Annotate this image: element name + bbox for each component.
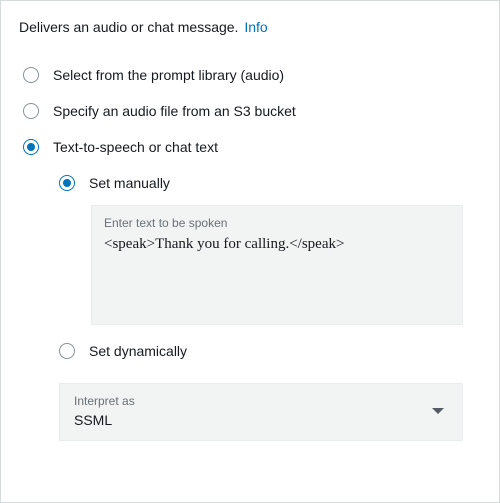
sub-option-label: Set dynamically — [89, 343, 187, 359]
option-label: Text-to-speech or chat text — [53, 139, 218, 155]
radio-selected-icon — [23, 139, 39, 155]
info-link[interactable]: Info — [244, 19, 267, 35]
interpret-as-value: SSML — [74, 412, 135, 428]
option-label: Specify an audio file from an S3 bucket — [53, 103, 296, 119]
interpret-as-label: Interpret as — [74, 394, 135, 408]
option-prompt-library[interactable]: Select from the prompt library (audio) — [19, 57, 481, 93]
select-text: Interpret as SSML — [74, 394, 135, 428]
option-text-to-speech[interactable]: Text-to-speech or chat text — [19, 129, 481, 165]
chevron-down-icon — [432, 408, 444, 414]
tts-text-value: <speak>Thank you for calling.</speak> — [104, 236, 450, 253]
radio-unselected-icon — [23, 67, 39, 83]
sub-option-set-manually[interactable]: Set manually — [19, 165, 481, 201]
interpret-as-select[interactable]: Interpret as SSML — [59, 383, 463, 441]
radio-selected-icon — [59, 175, 75, 191]
panel-description: Delivers an audio or chat message. — [19, 19, 238, 35]
radio-unselected-icon — [23, 103, 39, 119]
option-s3-audio[interactable]: Specify an audio file from an S3 bucket — [19, 93, 481, 129]
tts-text-placeholder: Enter text to be spoken — [104, 216, 450, 230]
tts-text-input[interactable]: Enter text to be spoken <speak>Thank you… — [91, 205, 463, 325]
sub-option-label: Set manually — [89, 175, 170, 191]
sub-option-set-dynamically[interactable]: Set dynamically — [19, 333, 481, 369]
radio-unselected-icon — [59, 343, 75, 359]
prompt-config-panel: Delivers an audio or chat message. Info … — [0, 0, 500, 503]
option-label: Select from the prompt library (audio) — [53, 67, 284, 83]
panel-header: Delivers an audio or chat message. Info — [19, 19, 481, 35]
